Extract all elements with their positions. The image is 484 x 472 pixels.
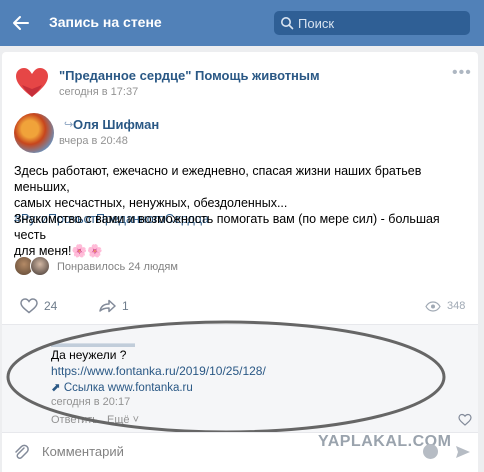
post-time[interactable]: сегодня в 17:37 [59,86,138,98]
views-counter: 348 [425,300,465,312]
repost-arrow-icon: ↪ [64,119,74,131]
highlight-ellipse [6,320,446,434]
post-text-line: Знакомство с вами и возможность помогать… [14,212,440,242]
comment-input[interactable]: Комментарий [42,444,124,459]
comment-like-icon[interactable] [458,413,472,427]
repost-author-name[interactable]: Оля Шифман [73,117,159,132]
post-text-line: самых несчастных, ненужных, обездоленных… [14,196,288,210]
page-title: Запись на стене [49,14,162,30]
back-arrow-icon[interactable] [10,12,32,34]
search-placeholder: Поиск [298,16,335,31]
post-text-line: для меня!🌸🌸 [14,244,103,258]
watermark-smiley-icon [423,444,438,459]
search-input[interactable]: Поиск [274,11,470,35]
share-icon [99,299,116,313]
attach-paperclip-icon[interactable] [12,443,30,461]
like-count: 24 [44,299,58,313]
heart-icon [20,298,38,314]
eye-icon [425,300,441,312]
post-text-secondary: Знакомство с вами и возможность помогать… [14,211,464,259]
group-avatar-heart-icon[interactable] [14,65,50,101]
liker-avatar[interactable] [30,256,50,276]
post-more-icon[interactable]: ••• [452,64,472,82]
search-icon [281,17,294,30]
post-text-line: Здесь работают, ежечасно и ежедневно, сп… [14,164,422,194]
send-icon[interactable] [454,443,472,461]
like-button[interactable]: 24 [20,298,57,314]
views-count: 348 [447,300,466,312]
repost-author-avatar[interactable] [14,113,54,153]
liked-by-text[interactable]: Понравилось 24 людям [57,261,178,273]
share-count: 1 [122,299,129,313]
repost-time[interactable]: вчера в 20:48 [59,135,128,147]
group-name-link[interactable]: "Преданное сердце" Помощь животным [59,68,320,83]
share-button[interactable]: 1 [98,298,129,314]
top-bar: Запись на стене Поиск [0,0,484,46]
